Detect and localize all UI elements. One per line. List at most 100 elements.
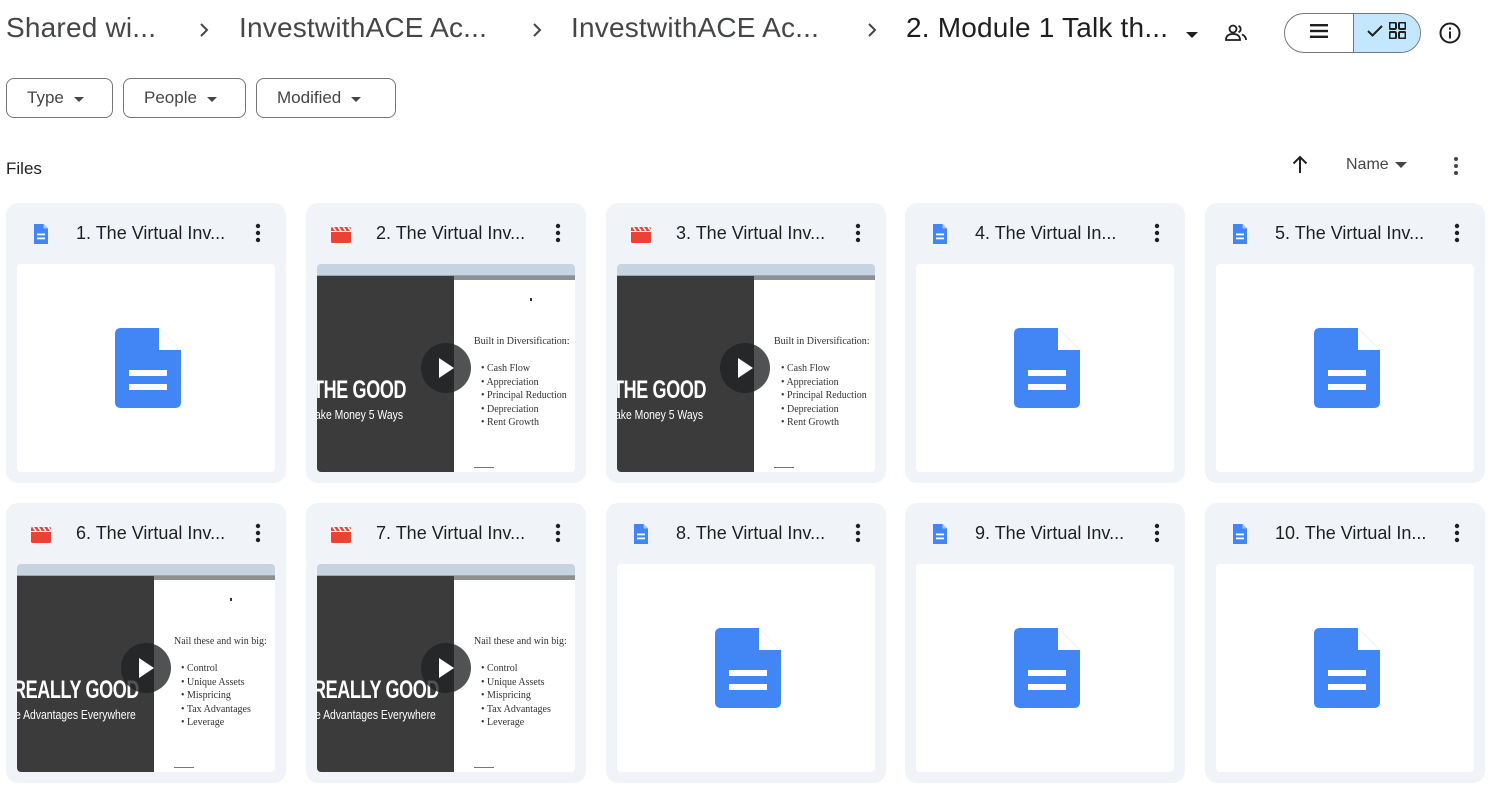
file-card[interactable]: 1. The Virtual Inv... (6, 203, 286, 483)
thumbnail-heading: Built in Diversification: (774, 336, 870, 347)
thumbnail-bullet: Control (481, 662, 551, 676)
file-title: 8. The Virtual Inv... (676, 523, 826, 543)
file-card[interactable]: 4. The Virtual In... (905, 203, 1185, 483)
file-thumbnail[interactable] (1216, 564, 1474, 772)
file-title: 6. The Virtual Inv... (76, 523, 226, 543)
file-card[interactable]: 5. The Virtual Inv... (1205, 203, 1485, 483)
document-icon (929, 523, 951, 545)
sort-by-name-button[interactable]: Name (1346, 156, 1407, 174)
file-card[interactable]: 6. The Virtual Inv... REALLY GOOD e Adva… (6, 503, 286, 783)
more-vert-icon[interactable] (846, 221, 870, 245)
chevron-right-icon (865, 20, 879, 40)
play-icon[interactable] (421, 343, 471, 393)
thumbnail-bullets: Cash Flow Appreciation Principal Reducti… (781, 362, 867, 430)
file-card-header: 3. The Virtual Inv... (606, 203, 886, 263)
file-card[interactable]: 2. The Virtual Inv... THE GOOD ake Money… (306, 203, 586, 483)
file-title: 10. The Virtual In... (1275, 523, 1427, 543)
thumbnail-bullet: Depreciation (481, 403, 567, 417)
document-large-icon (715, 628, 781, 713)
document-icon (1229, 223, 1251, 245)
video-thumbnail[interactable]: THE GOOD ake Money 5 Ways Built in Diver… (317, 264, 575, 472)
thumbnail-bullet: Mispricing (481, 689, 551, 703)
list-view-button[interactable] (1285, 14, 1353, 52)
file-card-header: 8. The Virtual Inv... (606, 503, 886, 563)
thumbnail-menubar (17, 564, 275, 576)
thumbnail-bullets: Cash Flow Appreciation Principal Reducti… (481, 362, 567, 430)
thumbnail-bullet: Unique Assets (181, 676, 251, 690)
file-card-header: 1. The Virtual Inv... (6, 203, 286, 263)
file-card[interactable]: 8. The Virtual Inv... (606, 503, 886, 783)
file-card[interactable]: 3. The Virtual Inv... THE GOOD ake Money… (606, 203, 886, 483)
thumbnail-bullet: Unique Assets (481, 676, 551, 690)
thumbnail-bullet: Principal Reduction (781, 389, 867, 403)
thumbnail-bullet: Tax Advantages (181, 703, 251, 717)
more-vert-icon[interactable] (1445, 521, 1469, 545)
type-filter-chip[interactable]: Type (6, 78, 113, 118)
thumbnail-divider (474, 467, 494, 468)
play-icon[interactable] (421, 643, 471, 693)
play-icon[interactable] (121, 643, 171, 693)
top-bar: Shared wi... InvestwithACE Ac... Investw… (0, 0, 1493, 66)
thumbnail-bullets: Control Unique Assets Mispricing Tax Adv… (181, 662, 251, 730)
play-icon[interactable] (720, 343, 770, 393)
thumbnail-bullets: Control Unique Assets Mispricing Tax Adv… (481, 662, 551, 730)
file-card[interactable]: 9. The Virtual Inv... (905, 503, 1185, 783)
more-vert-icon[interactable] (246, 521, 270, 545)
people-icon[interactable] (1222, 20, 1250, 46)
breadcrumb-item-folder-2[interactable]: InvestwithACE Ac... (571, 12, 819, 44)
file-title: 1. The Virtual Inv... (76, 223, 226, 243)
file-thumbnail[interactable] (617, 564, 875, 772)
folder-menu-dropdown-icon[interactable] (1185, 27, 1199, 45)
thumbnail-headline: THE GOOD (617, 376, 707, 404)
chip-label: Type (27, 88, 64, 107)
thumbnail-bullet: Mispricing (181, 689, 251, 703)
breadcrumb-item-shared[interactable]: Shared wi... (6, 12, 156, 44)
more-vert-icon[interactable] (1445, 221, 1469, 245)
caret-down-icon (1394, 156, 1407, 174)
file-thumbnail[interactable] (1216, 264, 1474, 472)
thumbnail-subline: e Advantages Everywhere (17, 707, 136, 722)
breadcrumb-item-current[interactable]: 2. Module 1 Talk th... (906, 12, 1168, 44)
more-vert-icon[interactable] (246, 221, 270, 245)
video-thumbnail[interactable]: THE GOOD ake Money 5 Ways Built in Diver… (617, 264, 875, 472)
file-thumbnail[interactable] (17, 264, 275, 472)
thumbnail-bullet: Tax Advantages (481, 703, 551, 717)
file-card[interactable]: 7. The Virtual Inv... REALLY GOOD e Adva… (306, 503, 586, 783)
grid-view-button[interactable] (1352, 14, 1420, 52)
file-card-header: 2. The Virtual Inv... (306, 203, 586, 263)
more-vert-icon[interactable] (846, 521, 870, 545)
more-vert-icon[interactable] (546, 221, 570, 245)
file-card[interactable]: 10. The Virtual In... (1205, 503, 1485, 783)
caret-down-icon (73, 88, 84, 108)
modified-filter-chip[interactable]: Modified (256, 78, 396, 118)
thumbnail-heading: Built in Diversification: (474, 336, 570, 347)
file-thumbnail[interactable] (916, 264, 1174, 472)
more-vert-icon[interactable] (546, 521, 570, 545)
breadcrumb-item-folder-1[interactable]: InvestwithACE Ac... (239, 12, 487, 44)
document-icon (929, 223, 951, 245)
thumbnail-menubar (317, 264, 575, 276)
file-card-header: 10. The Virtual In... (1205, 503, 1485, 563)
people-filter-chip[interactable]: People (123, 78, 246, 118)
file-thumbnail[interactable] (916, 564, 1174, 772)
video-thumbnail[interactable]: REALLY GOOD e Advantages Everywhere Nail… (17, 564, 275, 772)
more-options-icon[interactable] (1446, 154, 1466, 183)
thumbnail-subline: ake Money 5 Ways (317, 407, 404, 422)
info-icon[interactable] (1438, 21, 1462, 45)
document-large-icon (1314, 628, 1380, 713)
thumbnail-subline: ake Money 5 Ways (617, 407, 704, 422)
thumbnail-menubar (317, 564, 575, 576)
thumbnail-menubar (617, 264, 875, 276)
more-vert-icon[interactable] (1145, 521, 1169, 545)
video-icon (330, 523, 352, 545)
more-vert-icon[interactable] (1145, 221, 1169, 245)
caret-down-icon (206, 88, 217, 108)
sort-direction-arrow-up-icon[interactable] (1288, 153, 1312, 182)
video-icon (30, 523, 52, 545)
grid-icon (1388, 21, 1407, 44)
video-thumbnail[interactable]: REALLY GOOD e Advantages Everywhere Nail… (317, 564, 575, 772)
caret-down-icon (351, 88, 362, 108)
thumbnail-bullet: Appreciation (781, 376, 867, 390)
file-title: 5. The Virtual Inv... (1275, 223, 1425, 243)
files-section-title: Files (6, 159, 42, 178)
